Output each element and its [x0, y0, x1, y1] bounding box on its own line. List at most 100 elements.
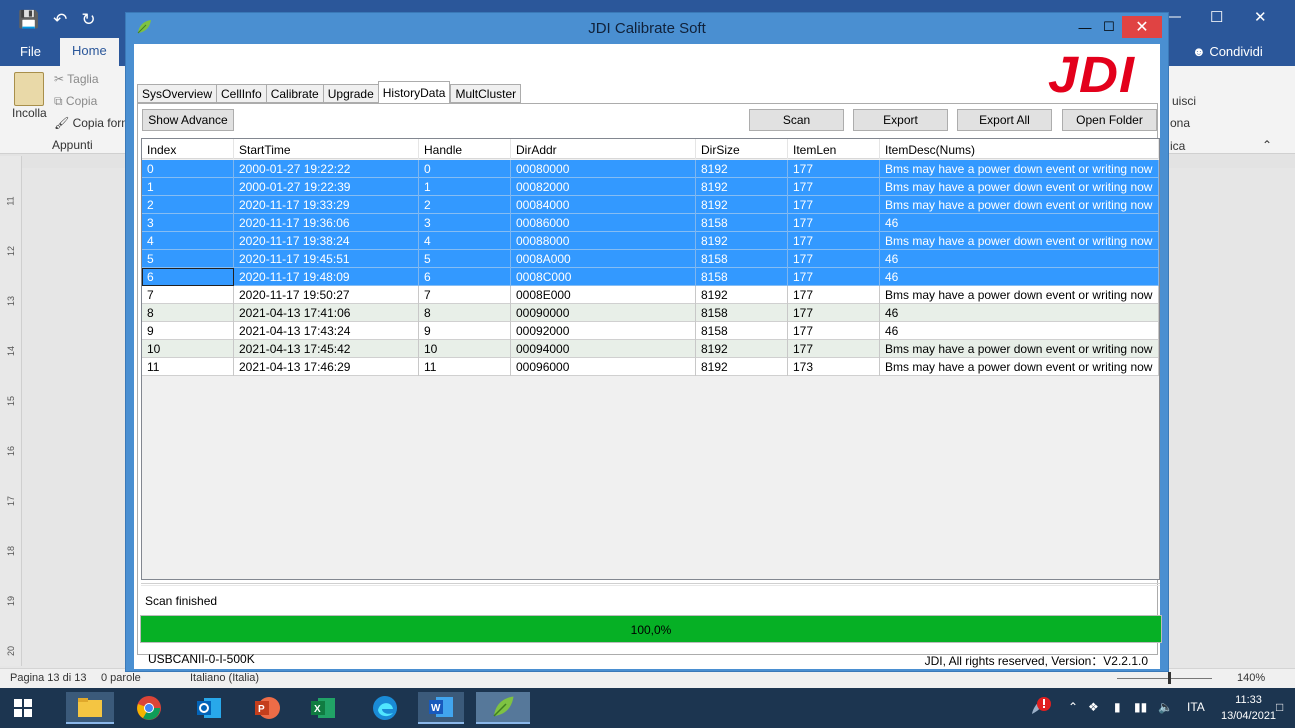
table-cell[interactable]: 00088000: [511, 232, 696, 250]
taskbar-outlook[interactable]: [190, 692, 228, 724]
table-cell[interactable]: Bms may have a power down event or writi…: [880, 160, 1159, 178]
table-cell[interactable]: 00084000: [511, 196, 696, 214]
table-row[interactable]: 0 2000-01-27 19:22:22 0 00080000 8192 177 Bms …: [142, 160, 1159, 178]
show-advance-button[interactable]: Show Advance: [142, 109, 234, 131]
column-header[interactable]: StartTime: [234, 139, 419, 159]
table-row[interactable]: 9 2021-04-13 17:43:24 9 00092000 8158 177 46: [142, 322, 1159, 340]
table-cell[interactable]: 0: [419, 160, 511, 178]
history-data-grid[interactable]: Index StartTime Handle DirAddr DirSize ItemLe…: [141, 138, 1160, 580]
column-header[interactable]: ItemDesc(Nums): [880, 139, 1159, 159]
close-button[interactable]: ✕: [1122, 16, 1162, 38]
table-cell[interactable]: 177: [788, 214, 880, 232]
table-cell[interactable]: 177: [788, 178, 880, 196]
table-row[interactable]: 8 2021-04-13 17:41:06 8 00090000 8158 177 46: [142, 304, 1159, 322]
zoom-level[interactable]: 140%: [1237, 672, 1265, 684]
undo-icon[interactable]: ↶: [53, 10, 67, 30]
table-cell[interactable]: Bms may have a power down event or writi…: [880, 196, 1159, 214]
column-header[interactable]: Handle: [419, 139, 511, 159]
table-cell[interactable]: 173: [788, 358, 880, 376]
redo-icon[interactable]: ↻: [81, 10, 95, 30]
table-cell[interactable]: 46: [880, 214, 1159, 232]
table-cell[interactable]: 10: [142, 340, 234, 358]
cut-button[interactable]: ✂ Taglia: [54, 72, 99, 86]
table-cell[interactable]: 177: [788, 160, 880, 178]
table-cell[interactable]: 46: [880, 268, 1159, 286]
table-cell[interactable]: 2000-01-27 19:22:39: [234, 178, 419, 196]
table-cell[interactable]: 46: [880, 250, 1159, 268]
table-row[interactable]: 3 2020-11-17 19:36:06 3 00086000 8158 177 46: [142, 214, 1159, 232]
table-row[interactable]: 2 2020-11-17 19:33:29 2 00084000 8192 177 Bms …: [142, 196, 1159, 214]
table-row[interactable]: 5 2020-11-17 19:45:51 5 0008A000 8158 177 46: [142, 250, 1159, 268]
table-cell[interactable]: 8: [419, 304, 511, 322]
scan-button[interactable]: Scan: [749, 109, 844, 131]
table-cell[interactable]: 8192: [696, 358, 788, 376]
input-language[interactable]: ITA: [1187, 700, 1205, 714]
table-cell[interactable]: 177: [788, 232, 880, 250]
column-header[interactable]: DirAddr: [511, 139, 696, 159]
start-button[interactable]: [4, 692, 42, 724]
taskbar-chrome[interactable]: [130, 692, 168, 724]
table-cell[interactable]: 2020-11-17 19:45:51: [234, 250, 419, 268]
table-row[interactable]: 1 2000-01-27 19:22:39 1 00082000 8192 177 Bms …: [142, 178, 1159, 196]
notification-icon[interactable]: □: [1276, 700, 1283, 714]
table-cell[interactable]: 2: [419, 196, 511, 214]
share-button[interactable]: ☻ Condividi: [1192, 44, 1263, 59]
table-cell[interactable]: 8192: [696, 178, 788, 196]
collapse-ribbon-icon[interactable]: ⌃: [1262, 138, 1272, 152]
table-cell[interactable]: Bms may have a power down event or writi…: [880, 232, 1159, 250]
table-cell[interactable]: 3: [142, 214, 234, 232]
save-icon[interactable]: 💾: [18, 10, 39, 30]
table-cell[interactable]: 6: [419, 268, 511, 286]
taskbar-excel[interactable]: X: [304, 692, 342, 724]
tab-upgrade[interactable]: Upgrade: [322, 84, 378, 103]
table-cell[interactable]: 00086000: [511, 214, 696, 232]
table-cell[interactable]: Bms may have a power down event or writi…: [880, 286, 1159, 304]
table-row[interactable]: 11 2021-04-13 17:46:29 11 00096000 8192 173 Bm…: [142, 358, 1159, 376]
word-count[interactable]: 0 parole: [101, 672, 141, 684]
table-cell[interactable]: 00080000: [511, 160, 696, 178]
table-cell[interactable]: 8192: [696, 196, 788, 214]
app-titlebar[interactable]: JDI Calibrate Soft — ☐ ✕: [126, 13, 1168, 43]
export-button[interactable]: Export: [853, 109, 948, 131]
table-cell[interactable]: 46: [880, 304, 1159, 322]
table-cell[interactable]: 8158: [696, 214, 788, 232]
table-cell[interactable]: 8192: [696, 160, 788, 178]
table-cell[interactable]: 5: [419, 250, 511, 268]
table-cell[interactable]: 0008E000: [511, 286, 696, 304]
taskbar-powerpoint[interactable]: P: [248, 692, 286, 724]
table-cell[interactable]: 2020-11-17 19:50:27: [234, 286, 419, 304]
table-cell[interactable]: 4: [142, 232, 234, 250]
table-cell[interactable]: 5: [142, 250, 234, 268]
battery-icon[interactable]: ▮: [1114, 700, 1121, 714]
format-painter-button[interactable]: 🖌 Copia form: [54, 116, 131, 130]
table-cell[interactable]: 00090000: [511, 304, 696, 322]
system-clock[interactable]: 11:33 13/04/2021: [1221, 692, 1276, 724]
table-cell[interactable]: 00092000: [511, 322, 696, 340]
table-cell[interactable]: 00094000: [511, 340, 696, 358]
table-row[interactable]: 10 2021-04-13 17:45:42 10 00094000 8192 177 Bm…: [142, 340, 1159, 358]
tray-overflow-icon[interactable]: ⌃: [1068, 700, 1078, 714]
table-cell[interactable]: 0008C000: [511, 268, 696, 286]
table-cell[interactable]: 8192: [696, 232, 788, 250]
table-cell[interactable]: 177: [788, 340, 880, 358]
table-cell[interactable]: 2021-04-13 17:45:42: [234, 340, 419, 358]
table-cell[interactable]: 177: [788, 196, 880, 214]
table-cell[interactable]: 2000-01-27 19:22:22: [234, 160, 419, 178]
language-indicator[interactable]: Italiano (Italia): [190, 672, 259, 684]
column-header[interactable]: ItemLen: [788, 139, 880, 159]
table-cell[interactable]: 0008A000: [511, 250, 696, 268]
word-maximize-icon[interactable]: ☐: [1210, 8, 1223, 26]
taskbar-edge[interactable]: [366, 692, 404, 724]
table-cell[interactable]: 2020-11-17 19:36:06: [234, 214, 419, 232]
table-cell[interactable]: 177: [788, 304, 880, 322]
page-count[interactable]: Pagina 13 di 13: [10, 672, 86, 684]
table-cell[interactable]: 2020-11-17 19:33:29: [234, 196, 419, 214]
table-cell[interactable]: 7: [419, 286, 511, 304]
word-close-icon[interactable]: ✕: [1254, 8, 1267, 26]
volume-icon[interactable]: 🔈: [1158, 700, 1173, 714]
export-all-button[interactable]: Export All: [957, 109, 1052, 131]
tab-historydata[interactable]: HistoryData: [377, 81, 451, 103]
table-cell[interactable]: Bms may have a power down event or writi…: [880, 178, 1159, 196]
tab-multcluster[interactable]: MultCluster: [450, 84, 522, 103]
table-cell[interactable]: 8192: [696, 286, 788, 304]
